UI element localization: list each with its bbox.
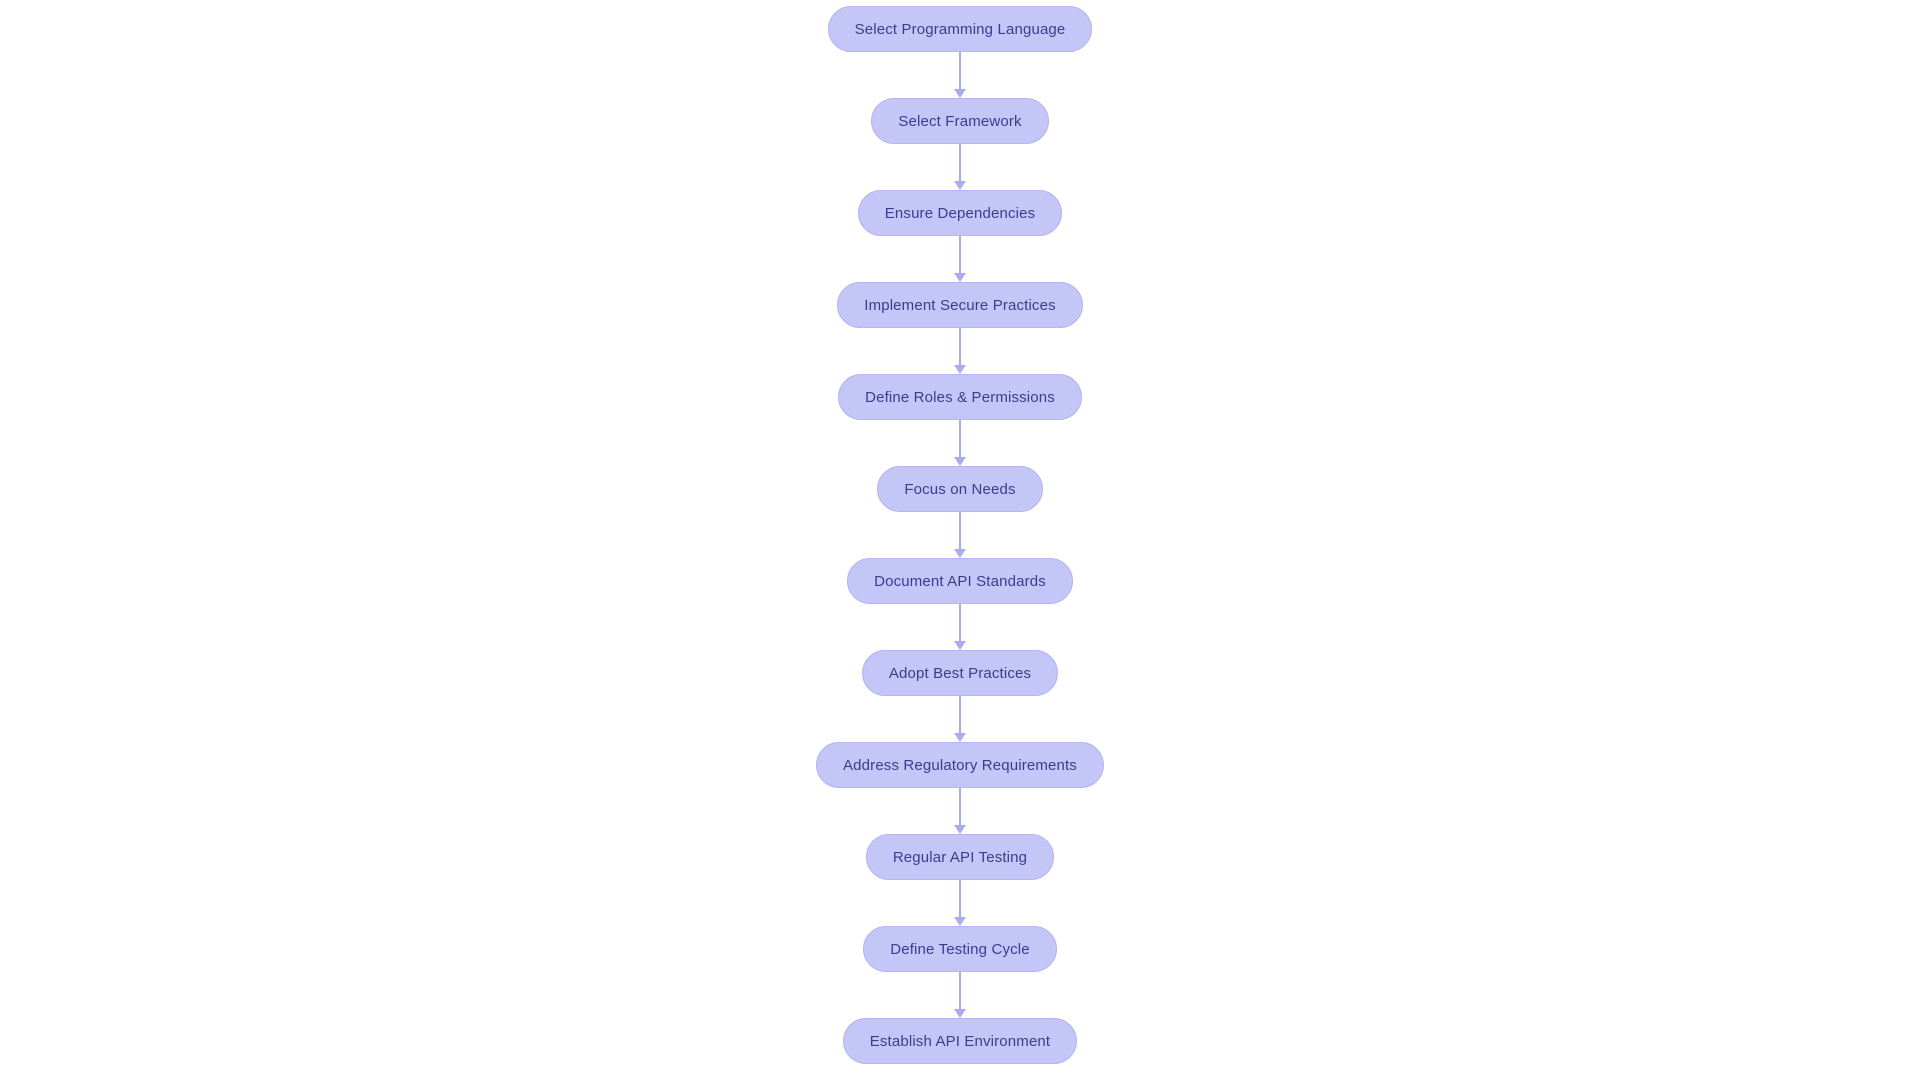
flow-node-select-framework[interactable]: Select Framework [871, 98, 1049, 144]
connector-line [959, 144, 961, 182]
flow-node-regular-api-testing[interactable]: Regular API Testing [865, 834, 1055, 880]
flow-node-address-regulatory-requirements[interactable]: Address Regulatory Requirements [816, 742, 1104, 788]
flow-node-label: Address Regulatory Requirements [843, 756, 1077, 774]
flow-connector-n6-n7 [953, 512, 967, 558]
flow-node-document-api-standards[interactable]: Document API Standards [847, 558, 1073, 604]
arrowhead-down-icon [954, 549, 966, 558]
flow-node-label: Implement Secure Practices [864, 296, 1056, 314]
flow-node-adopt-best-practices[interactable]: Adopt Best Practices [861, 650, 1059, 696]
arrowhead-down-icon [954, 365, 966, 374]
flow-node-focus-on-needs[interactable]: Focus on Needs [877, 466, 1043, 512]
flow-node-label: Define Roles & Permissions [865, 388, 1055, 406]
flowchart-node-column: Select Programming Language Select Frame… [0, 0, 1920, 1086]
connector-line [959, 328, 961, 366]
flow-connector-n10-n11 [953, 880, 967, 926]
connector-line [959, 236, 961, 274]
flow-connector-n11-n12 [953, 972, 967, 1018]
arrowhead-down-icon [954, 457, 966, 466]
arrowhead-down-icon [954, 273, 966, 282]
flow-node-establish-api-environment[interactable]: Establish API Environment [842, 1018, 1078, 1064]
flow-node-label: Focus on Needs [904, 480, 1016, 498]
connector-line [959, 512, 961, 550]
arrowhead-down-icon [954, 181, 966, 190]
flow-node-ensure-dependencies[interactable]: Ensure Dependencies [857, 190, 1063, 236]
flow-node-implement-secure-practices[interactable]: Implement Secure Practices [837, 282, 1083, 328]
flow-connector-n8-n9 [953, 696, 967, 742]
flow-connector-n3-n4 [953, 236, 967, 282]
arrowhead-down-icon [954, 733, 966, 742]
flow-node-label: Regular API Testing [892, 848, 1028, 866]
flow-node-label: Ensure Dependencies [884, 204, 1036, 222]
connector-line [959, 604, 961, 642]
arrowhead-down-icon [954, 917, 966, 926]
connector-line [959, 52, 961, 90]
connector-line [959, 420, 961, 458]
connector-line [959, 788, 961, 826]
arrowhead-down-icon [954, 641, 966, 650]
arrowhead-down-icon [954, 825, 966, 834]
arrowhead-down-icon [954, 89, 966, 98]
flow-connector-n9-n10 [953, 788, 967, 834]
flow-node-label: Select Programming Language [854, 20, 1066, 38]
connector-line [959, 972, 961, 1010]
flow-node-label: Establish API Environment [869, 1032, 1051, 1050]
flow-node-define-roles-permissions[interactable]: Define Roles & Permissions [838, 374, 1082, 420]
flow-connector-n4-n5 [953, 328, 967, 374]
connector-line [959, 696, 961, 734]
connector-line [959, 880, 961, 918]
flow-connector-n7-n8 [953, 604, 967, 650]
flow-node-label: Document API Standards [874, 572, 1046, 590]
flow-node-label: Adopt Best Practices [888, 664, 1032, 682]
flow-connector-n2-n3 [953, 144, 967, 190]
flow-connector-n1-n2 [953, 52, 967, 98]
flow-node-define-testing-cycle[interactable]: Define Testing Cycle [863, 926, 1057, 972]
arrowhead-down-icon [954, 1009, 966, 1018]
flowchart-canvas: Select Programming Language Select Frame… [0, 0, 1920, 1080]
flow-node-select-programming-language[interactable]: Select Programming Language [827, 6, 1093, 52]
flow-connector-n5-n6 [953, 420, 967, 466]
flow-node-label: Define Testing Cycle [890, 940, 1030, 958]
flow-node-label: Select Framework [898, 112, 1022, 130]
